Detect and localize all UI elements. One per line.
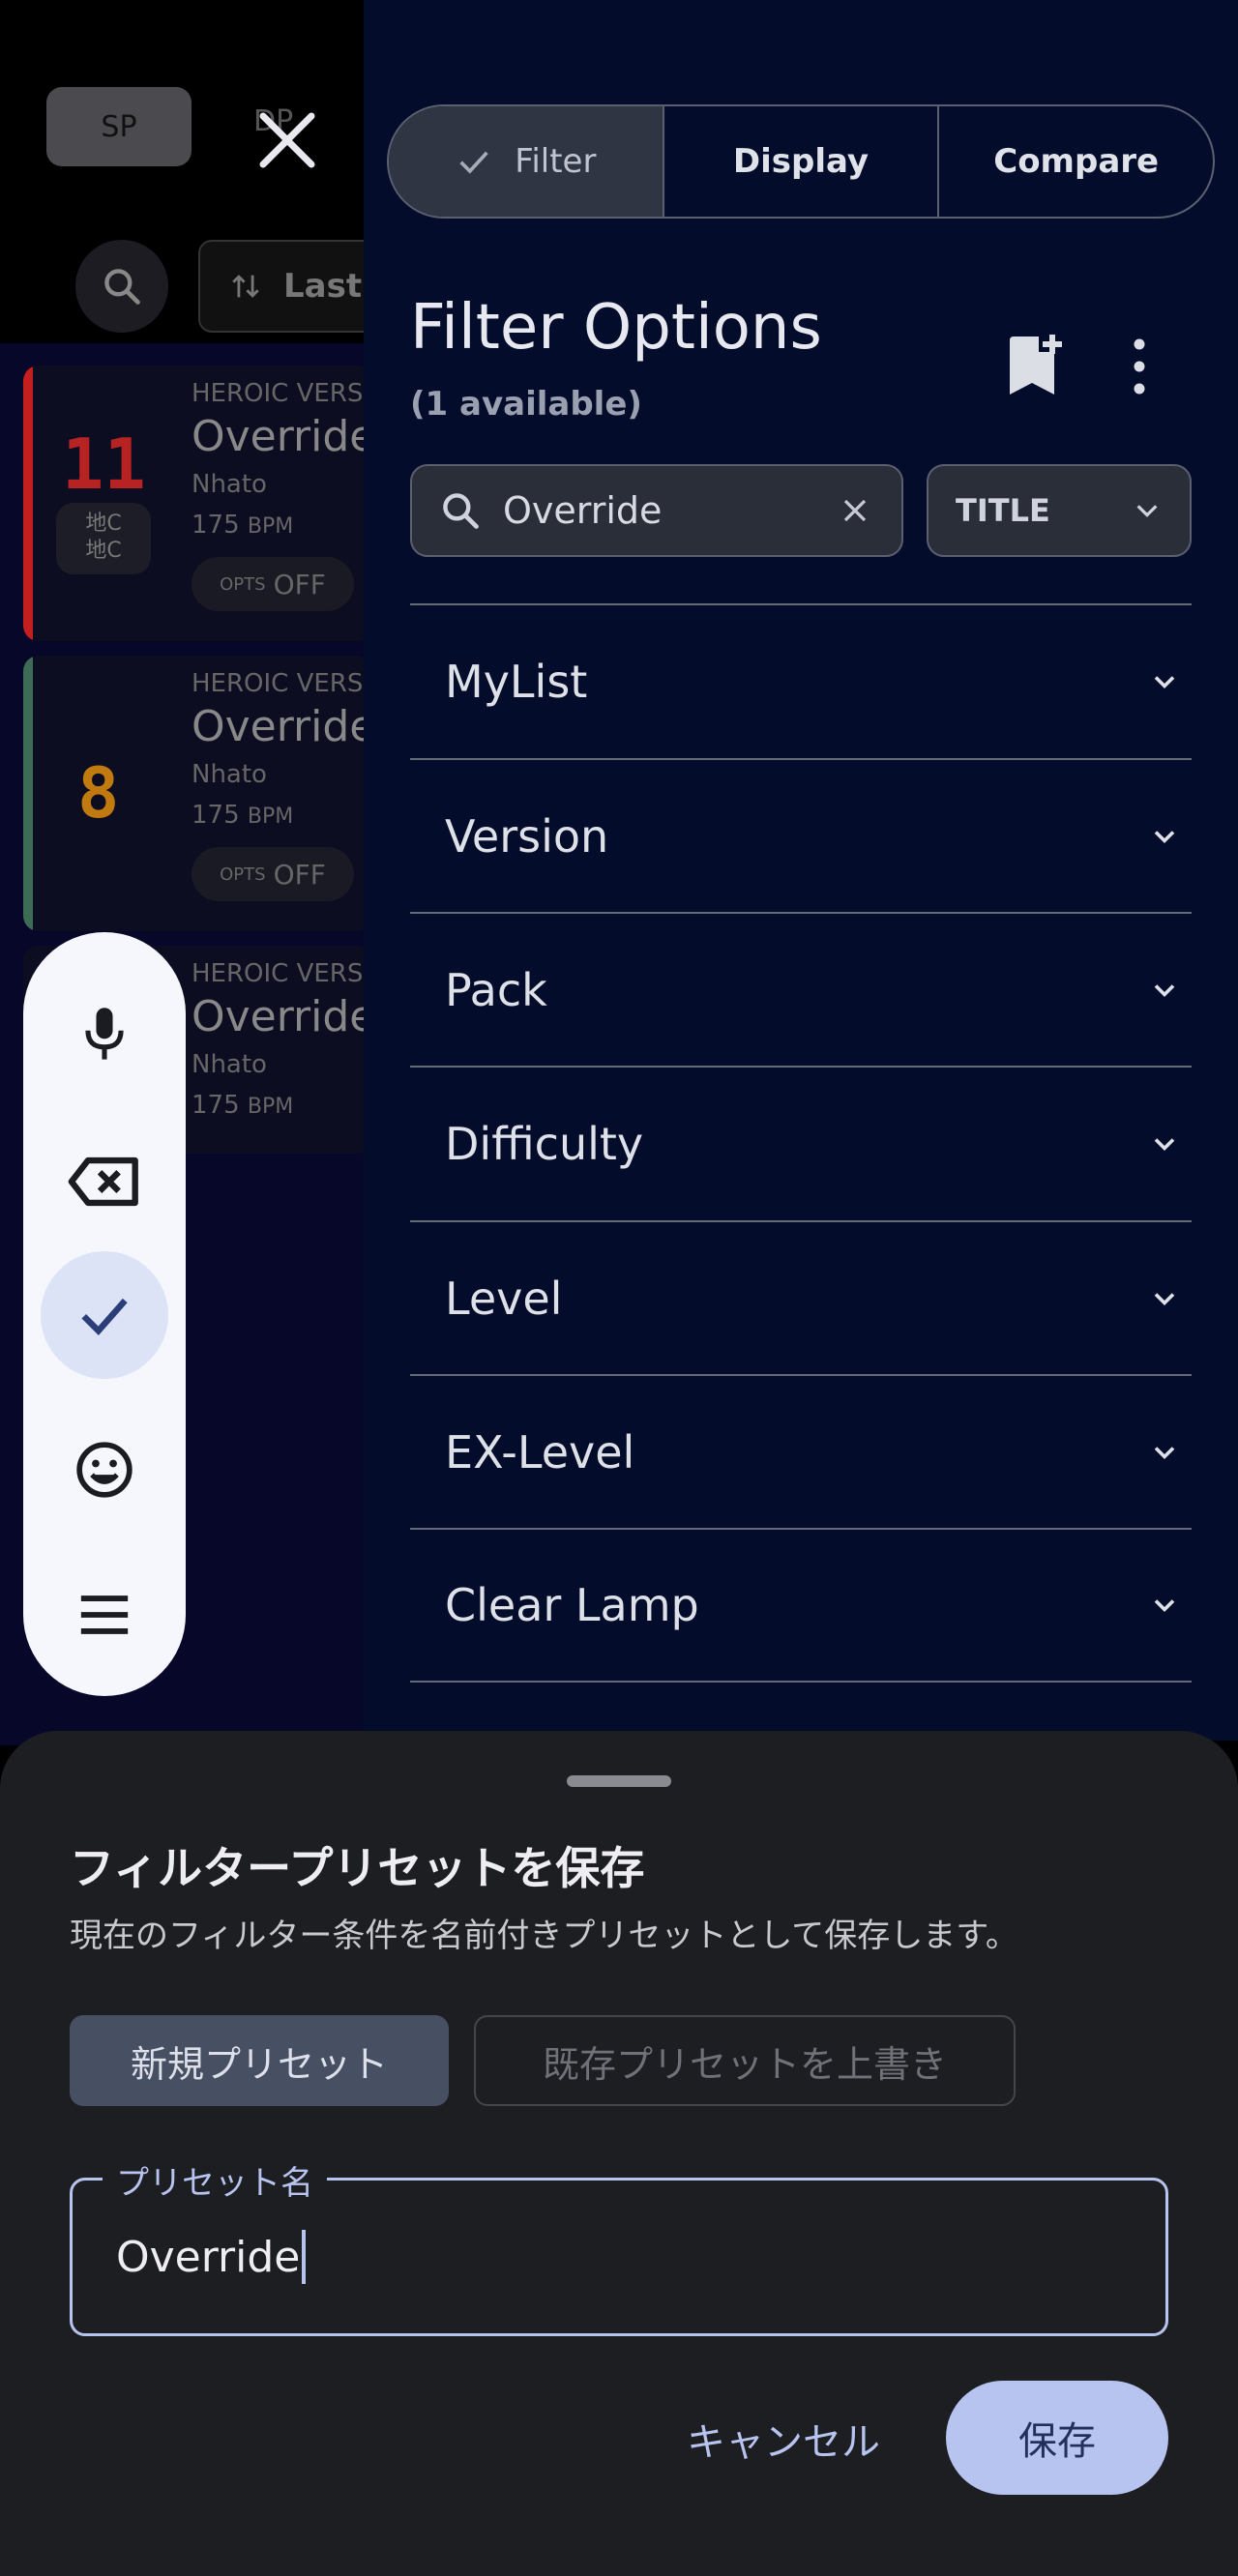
sort-icon bbox=[232, 275, 259, 298]
song-bpm: 175 BPM bbox=[192, 511, 294, 540]
search-icon bbox=[443, 493, 479, 529]
overwrite-preset-button[interactable]: 既存プリセットを上書き bbox=[474, 2015, 1016, 2106]
section-version[interactable]: Version bbox=[410, 758, 1192, 913]
song-version: HEROIC VERS bbox=[192, 379, 364, 408]
song-artist: Nhato bbox=[192, 760, 267, 789]
search-field-value: TITLE bbox=[956, 492, 1050, 529]
section-mylist[interactable]: MyList bbox=[410, 603, 1192, 758]
sheet-description: 現在のフィルター条件を名前付きプリセットとして保存します。 bbox=[70, 1917, 1018, 1955]
emoji-icon[interactable] bbox=[41, 1406, 168, 1534]
clear-tag: 地C 地C bbox=[56, 503, 151, 574]
section-pack[interactable]: Pack bbox=[410, 912, 1192, 1067]
song-bpm: 175 BPM bbox=[192, 1091, 294, 1120]
song-card[interactable]: 11 地C 地C HEROIC VERS Override Nhato 175 B… bbox=[23, 366, 371, 641]
song-level: 8 bbox=[77, 752, 120, 834]
check-icon bbox=[459, 151, 488, 174]
mic-icon[interactable] bbox=[41, 971, 168, 1098]
preset-name-value[interactable]: Override bbox=[116, 2230, 307, 2284]
chevron-down-icon bbox=[1154, 676, 1175, 689]
song-artist: Nhato bbox=[192, 470, 267, 499]
chevron-down-icon bbox=[1154, 1138, 1175, 1152]
song-card[interactable]: 8 HEROIC VERS Override Nhato 175 BPM OPT… bbox=[23, 656, 371, 931]
section-clear-lamp[interactable]: Clear Lamp bbox=[410, 1528, 1192, 1683]
chevron-down-icon bbox=[1154, 1293, 1175, 1306]
song-title: Override bbox=[192, 702, 371, 751]
keyboard-toolbar bbox=[23, 932, 186, 1696]
difficulty-stripe bbox=[23, 366, 33, 641]
search-value: Override bbox=[503, 489, 663, 532]
chevron-down-icon bbox=[1154, 1447, 1175, 1460]
panel-tabs: Filter Display Compare bbox=[387, 104, 1215, 219]
clear-icon[interactable] bbox=[826, 482, 884, 540]
available-count: (1 available) bbox=[410, 385, 642, 424]
song-title: Override bbox=[192, 412, 371, 461]
song-artist: Nhato bbox=[192, 1050, 267, 1079]
menu-icon[interactable] bbox=[41, 1551, 168, 1679]
backspace-icon[interactable] bbox=[41, 1118, 168, 1245]
song-version: HEROIC VERS bbox=[192, 669, 364, 698]
more-vert-icon[interactable] bbox=[1120, 333, 1159, 400]
drag-handle[interactable] bbox=[567, 1775, 671, 1787]
chevron-down-icon bbox=[1154, 1599, 1175, 1613]
bookmark-add-icon[interactable] bbox=[1006, 333, 1066, 400]
chevron-down-icon bbox=[1154, 984, 1175, 998]
section-ex-level[interactable]: EX-Level bbox=[410, 1374, 1192, 1529]
chevron-down-icon bbox=[1136, 505, 1158, 517]
song-level: 11 bbox=[62, 424, 146, 505]
song-title: Override bbox=[192, 992, 371, 1041]
cancel-button[interactable]: キャンセル bbox=[667, 2404, 899, 2474]
search-field-select[interactable]: TITLE bbox=[927, 464, 1192, 557]
difficulty-stripe bbox=[23, 656, 33, 931]
opts-badge: OPTS OFF bbox=[192, 557, 354, 611]
close-icon[interactable] bbox=[253, 106, 321, 174]
chevron-down-icon bbox=[1154, 831, 1175, 844]
tab-compare[interactable]: Compare bbox=[939, 106, 1213, 217]
tab-display[interactable]: Display bbox=[664, 106, 940, 217]
new-preset-button[interactable]: 新規プリセット bbox=[70, 2015, 449, 2106]
opts-badge: OPTS OFF bbox=[192, 847, 354, 901]
section-level[interactable]: Level bbox=[410, 1220, 1192, 1375]
filter-search-input[interactable]: Override bbox=[410, 464, 903, 557]
sort-button[interactable]: Last bbox=[198, 240, 392, 333]
sort-label: Last bbox=[283, 267, 363, 306]
tab-filter[interactable]: Filter bbox=[389, 106, 664, 217]
song-version: HEROIC VERS bbox=[192, 959, 364, 988]
song-bpm: 175 BPM bbox=[192, 801, 294, 830]
section-difficulty[interactable]: Difficulty bbox=[410, 1066, 1192, 1220]
save-button[interactable]: 保存 bbox=[946, 2381, 1168, 2495]
sheet-title: フィルタープリセットを保存 bbox=[70, 1842, 645, 1894]
play-style-sp-button[interactable]: SP bbox=[46, 87, 192, 166]
search-icon[interactable] bbox=[75, 240, 168, 333]
page-title: Filter Options bbox=[410, 292, 822, 364]
check-icon[interactable] bbox=[41, 1251, 168, 1379]
text-caret bbox=[302, 2230, 307, 2284]
preset-name-label: プリセット名 bbox=[103, 2156, 327, 2204]
